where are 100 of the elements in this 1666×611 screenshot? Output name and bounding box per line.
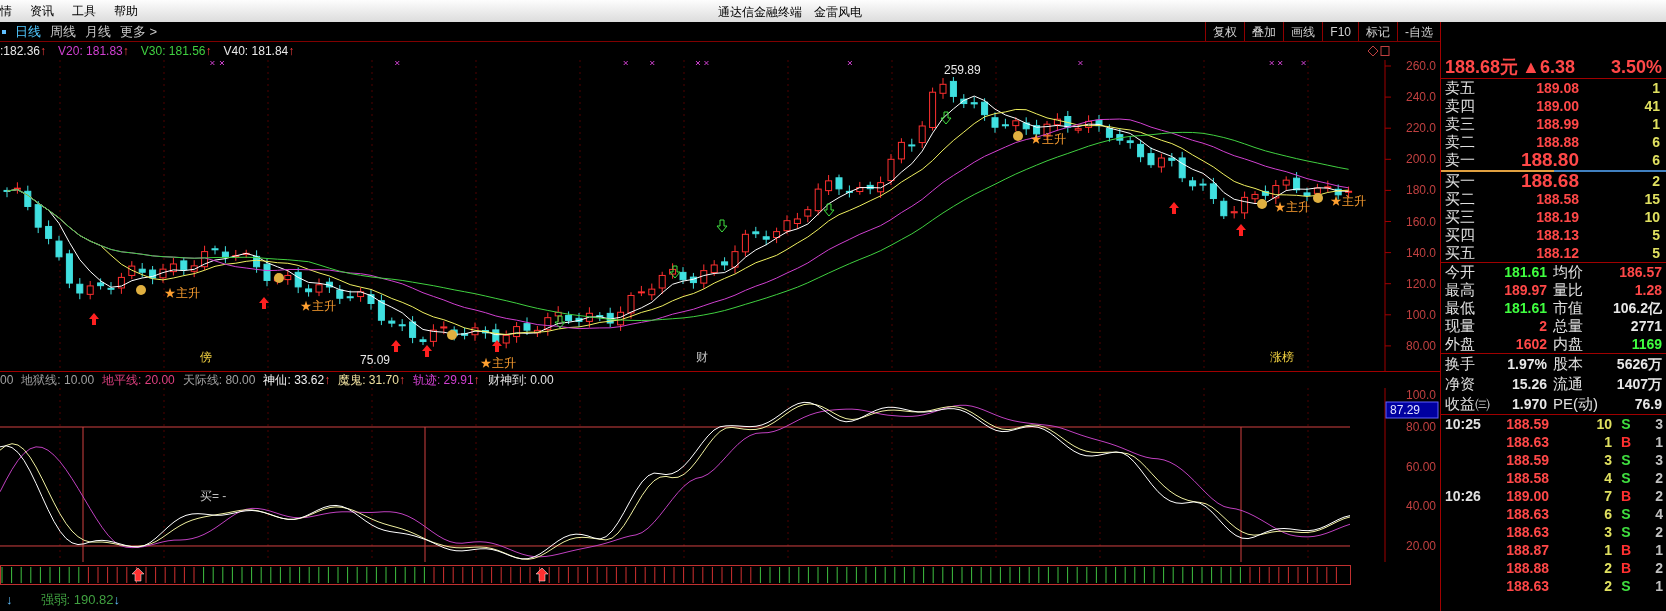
- axis-label: 180.0: [1405, 183, 1436, 198]
- candlestick: [731, 244, 739, 274]
- tick-price: 188.63: [1505, 577, 1549, 595]
- candlestick: [1095, 114, 1103, 133]
- candlestick: [429, 323, 437, 348]
- candlestick: [1199, 178, 1207, 192]
- book-price: 188.88: [1535, 133, 1579, 151]
- coin-icon: [1313, 193, 1323, 203]
- cross-icon: [623, 60, 629, 66]
- toolbar-button[interactable]: F10: [1322, 22, 1358, 41]
- candlestick: [981, 97, 989, 122]
- cross-icon: [703, 60, 709, 66]
- stat-label: 量比: [1553, 281, 1584, 299]
- period-tab[interactable]: 周线: [50, 21, 76, 42]
- tick-count: 1: [1654, 433, 1663, 451]
- up-arrow-icon: [492, 340, 502, 352]
- up-arrow: ↑: [288, 43, 295, 60]
- window-title: 通达信金融终端: [718, 4, 802, 21]
- candlestick: [960, 93, 968, 109]
- period-tab[interactable]: 日线: [15, 21, 41, 42]
- stat-value: 189.97: [1503, 281, 1547, 299]
- chart-annotation: 259.89: [944, 63, 981, 77]
- toolbar-button[interactable]: 复权: [1205, 22, 1245, 41]
- candlestick: [1168, 152, 1176, 167]
- toolbar-button[interactable]: -自选: [1397, 22, 1440, 41]
- up-arrow-icon: [1169, 202, 1179, 214]
- book-volume: 6: [1651, 151, 1660, 169]
- candlestick: [190, 259, 198, 278]
- chart-annotation: 财: [696, 350, 708, 364]
- candlestick: [440, 320, 448, 335]
- candlestick: [669, 262, 677, 280]
- candlestick: [232, 249, 240, 262]
- coin-icon: [1013, 131, 1023, 141]
- toolbar-button[interactable]: 标记: [1358, 22, 1397, 41]
- stat-value: 2771: [1629, 317, 1662, 335]
- toolbar-button[interactable]: 叠加: [1244, 22, 1284, 41]
- menu-item[interactable]: 资讯: [30, 2, 54, 20]
- indicator-value: 00: [0, 372, 14, 389]
- tick-count: 1: [1654, 541, 1663, 559]
- chart-annotation: ★主升: [300, 299, 336, 313]
- candlestick: [1251, 190, 1259, 204]
- tick-count: 2: [1654, 469, 1663, 487]
- cross-icon: [394, 60, 400, 66]
- period-tab[interactable]: 更多 >: [120, 21, 158, 42]
- menu-item[interactable]: 帮助: [114, 2, 138, 20]
- stat-label: 均价: [1553, 263, 1584, 281]
- axis-label: 140.0: [1405, 245, 1436, 260]
- candlestick: [533, 325, 541, 338]
- candlestick: [1064, 110, 1072, 134]
- axis-label: 80.00: [1405, 338, 1436, 353]
- candlestick: [180, 256, 188, 277]
- tick-count: 2: [1654, 487, 1663, 505]
- axis-label: 40.00: [1405, 499, 1436, 514]
- candlestick: [211, 245, 219, 255]
- tick-volume: 1: [1603, 541, 1612, 559]
- candlestick: [1147, 146, 1155, 169]
- down-arrow: ↓: [6, 590, 13, 609]
- menu-item[interactable]: 工具: [72, 2, 96, 20]
- candlestick: [201, 245, 209, 271]
- stat-label: 今开: [1445, 263, 1476, 281]
- up-arrow: ↑: [473, 372, 480, 389]
- candlestick: [689, 272, 697, 290]
- candlestick: [700, 263, 708, 290]
- strength-value: 强弱: 190.82: [40, 590, 114, 609]
- chart-annotation: ★主升: [1330, 194, 1366, 208]
- toolbar-button[interactable]: 画线: [1283, 22, 1323, 41]
- candlestick: [544, 312, 552, 337]
- candlestick: [523, 316, 531, 336]
- candlestick: [24, 185, 32, 211]
- period-tab[interactable]: 月线: [85, 21, 111, 42]
- tick-time: 10:26: [1445, 488, 1481, 504]
- candlestick: [346, 290, 354, 302]
- candlestick: [929, 87, 937, 132]
- stat-label: 股本: [1553, 355, 1584, 373]
- candlestick: [908, 138, 916, 153]
- candlestick: [1178, 151, 1186, 183]
- candlestick: [388, 317, 396, 328]
- menu-item[interactable]: 情: [0, 2, 12, 20]
- tick-volume: 10: [1595, 415, 1612, 433]
- up-arrow-icon: [1236, 224, 1246, 236]
- candlestick: [76, 277, 84, 300]
- book-level-label: 卖一: [1445, 151, 1476, 169]
- tick-side: B: [1619, 559, 1633, 577]
- candlestick: [86, 280, 94, 300]
- stat-label: 换手: [1445, 355, 1476, 373]
- coin-icon: [447, 330, 457, 340]
- up-arrow-icon: [89, 313, 99, 325]
- tick-count: 2: [1654, 523, 1663, 541]
- tick-volume: 7: [1603, 487, 1612, 505]
- chart-annotation: ★主升: [1030, 132, 1066, 146]
- stat-label: 内盘: [1553, 335, 1584, 353]
- book-volume: 5: [1651, 226, 1660, 244]
- cross-icon: [1301, 60, 1307, 66]
- candlestick: [637, 285, 645, 297]
- candlestick: [866, 181, 874, 195]
- candlestick: [939, 77, 947, 100]
- candlestick: [107, 281, 115, 295]
- candlestick: [159, 263, 167, 284]
- candlestick: [596, 311, 604, 322]
- tick-volume: 4: [1603, 469, 1612, 487]
